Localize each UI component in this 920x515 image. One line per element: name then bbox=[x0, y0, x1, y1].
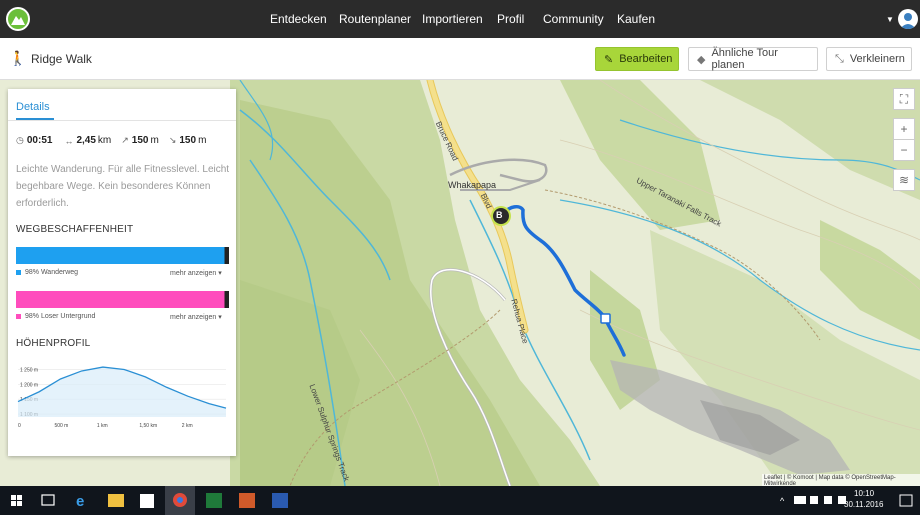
collapse-icon: ⤡ bbox=[835, 52, 844, 65]
edit-button-label: Bearbeiten bbox=[619, 53, 673, 65]
route-diamond-icon: ◆ bbox=[697, 53, 706, 66]
elevation-x-tick: 2 km bbox=[182, 423, 193, 429]
top-navigation-bar: Entdecken Routenplaner Importieren Profi… bbox=[0, 0, 920, 38]
taskbar-time[interactable]: 10:10 bbox=[854, 489, 874, 498]
nav-item-community[interactable]: Community bbox=[543, 12, 604, 26]
stat-ascent: 150 bbox=[131, 135, 149, 146]
elevation-y-tick: 1 200 m bbox=[20, 382, 38, 388]
elevation-chart[interactable]: 1 250 m1 200 m1 150 m1 100 m0500 m1 km1,… bbox=[16, 361, 231, 436]
elevation-chart-svg[interactable]: 1 250 m1 200 m1 150 m1 100 m0500 m1 km1,… bbox=[16, 361, 231, 431]
edge-icon: e bbox=[76, 493, 84, 510]
edit-button[interactable]: ✎ Bearbeiten bbox=[595, 47, 679, 71]
elevation-area bbox=[18, 367, 226, 417]
legend-label: 98% Loser Untergrund bbox=[25, 313, 96, 320]
plan-similar-label: Ähnliche Tour planen bbox=[711, 47, 778, 71]
word-icon bbox=[272, 493, 288, 508]
surface-bar-hiking-path bbox=[16, 247, 229, 264]
surface-bar-loose-ground bbox=[16, 291, 229, 308]
network-icon bbox=[810, 496, 818, 504]
tour-description: Leichte Wanderung. Für alle Fitnesslevel… bbox=[16, 164, 230, 209]
hiker-icon: 🚶 bbox=[9, 50, 27, 66]
distance-icon: ↔ bbox=[64, 135, 74, 146]
battery-icon bbox=[794, 496, 806, 504]
shrink-button-label: Verkleinern bbox=[849, 53, 905, 65]
nav-item-kaufen[interactable]: Kaufen bbox=[617, 12, 655, 26]
descent-icon: ↘ bbox=[168, 135, 177, 145]
legend-label: 98% Wanderweg bbox=[25, 269, 79, 276]
stat-distance-unit: km bbox=[97, 135, 112, 146]
details-panel: Details ◷ 00:51 ↔ 2,45 km ↗ 150 m ↘ 150 … bbox=[8, 89, 236, 456]
pencil-icon: ✎ bbox=[604, 53, 614, 66]
layers-icon[interactable]: ≋ bbox=[893, 169, 915, 191]
surface-section-title: WEGBESCHAFFENHEIT bbox=[16, 224, 134, 235]
elevation-x-tick: 500 m bbox=[54, 423, 68, 429]
nav-item-routenplaner[interactable]: Routenplaner bbox=[339, 12, 411, 26]
stat-distance: 2,45 bbox=[76, 135, 96, 146]
surface-legend-hiking-path: 98% Wanderweg bbox=[16, 269, 78, 276]
shrink-button[interactable]: ⤡ Verkleinern bbox=[826, 47, 912, 71]
zoom-in-button[interactable]: + bbox=[893, 118, 915, 140]
elevation-y-tick: 1 250 m bbox=[20, 367, 38, 373]
store-icon bbox=[140, 494, 154, 508]
nav-item-importieren[interactable]: Importieren bbox=[422, 12, 483, 26]
chevron-down-icon[interactable]: ▼ bbox=[886, 15, 894, 24]
plan-similar-tour-button[interactable]: ◆ Ähnliche Tour planen bbox=[688, 47, 818, 71]
avatar[interactable] bbox=[898, 9, 918, 29]
map-label-whakapapa: Whakapapa bbox=[448, 180, 497, 190]
legend-swatch bbox=[16, 270, 21, 275]
elevation-x-tick: 1 km bbox=[97, 423, 108, 429]
show-more-link[interactable]: mehr anzeigen ▾ bbox=[170, 269, 222, 277]
tour-title: Ridge Walk bbox=[31, 52, 92, 66]
elevation-x-tick: 1,50 km bbox=[139, 423, 157, 429]
stat-descent: 150 bbox=[179, 135, 197, 146]
tour-header: 🚶 Ridge Walk ✎ Bearbeiten ◆ Ähnliche Tou… bbox=[0, 38, 920, 80]
surface-legend-loose-ground: 98% Loser Untergrund bbox=[16, 313, 95, 320]
komoot-logo-icon[interactable] bbox=[6, 7, 30, 31]
powerpoint-icon bbox=[239, 493, 255, 508]
elevation-x-tick: 0 bbox=[18, 423, 21, 429]
zoom-out-button[interactable]: − bbox=[893, 139, 915, 161]
elevation-section-title: HÖHENPROFIL bbox=[16, 338, 91, 349]
windows-taskbar: e ^ bbox=[0, 486, 920, 515]
stat-duration: 00:51 bbox=[26, 135, 53, 146]
clock-icon: ◷ bbox=[16, 135, 24, 145]
stat-descent-unit: m bbox=[198, 135, 207, 146]
tab-details[interactable]: Details bbox=[16, 101, 50, 113]
excel-icon bbox=[206, 493, 222, 508]
tour-stats: ◷ 00:51 ↔ 2,45 km ↗ 150 m ↘ 150 m bbox=[16, 135, 216, 146]
nav-item-entdecken[interactable]: Entdecken bbox=[270, 12, 327, 26]
route-waypoint-marker bbox=[600, 313, 611, 324]
ascent-icon: ↗ bbox=[121, 135, 129, 145]
legend-swatch bbox=[16, 314, 21, 319]
volume-icon bbox=[824, 496, 832, 504]
marker-b-label[interactable]: B bbox=[496, 210, 503, 220]
taskbar-date[interactable]: 30.11.2016 bbox=[844, 500, 883, 509]
nav-item-profil[interactable]: Profil bbox=[497, 12, 524, 26]
show-more-link[interactable]: mehr anzeigen ▾ bbox=[170, 313, 222, 321]
tab-divider bbox=[8, 120, 236, 121]
fullscreen-icon[interactable]: ⛶ bbox=[893, 88, 915, 110]
file-explorer-icon bbox=[108, 494, 124, 507]
stat-ascent-unit: m bbox=[150, 135, 159, 146]
